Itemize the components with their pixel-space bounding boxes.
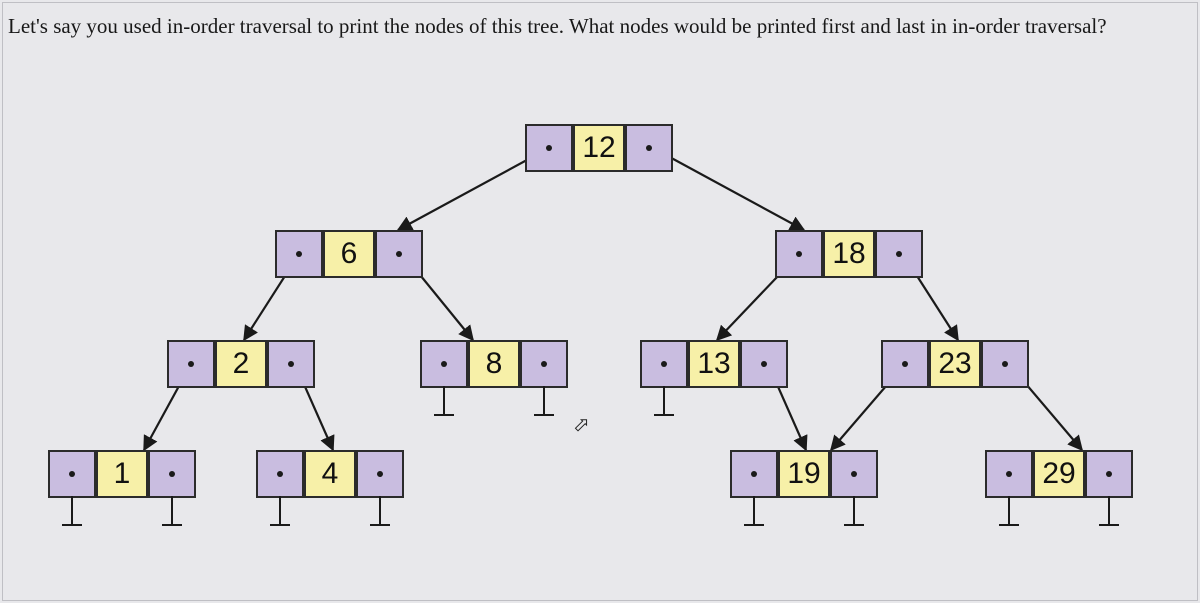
node-8: 8 — [420, 340, 568, 388]
node-6: 6 — [275, 230, 423, 278]
node-value: 18 — [823, 230, 875, 278]
node-value: 19 — [778, 450, 830, 498]
ptr-right — [148, 450, 196, 498]
ptr-left — [420, 340, 468, 388]
ptr-left — [275, 230, 323, 278]
ptr-right — [375, 230, 423, 278]
node-2: 2 — [167, 340, 315, 388]
node-value: 12 — [573, 124, 625, 172]
ptr-left — [525, 124, 573, 172]
ptr-right — [1085, 450, 1133, 498]
node-12: 12 — [525, 124, 673, 172]
node-value: 1 — [96, 450, 148, 498]
node-value: 8 — [468, 340, 520, 388]
ptr-left — [985, 450, 1033, 498]
ptr-right — [520, 340, 568, 388]
ptr-right — [875, 230, 923, 278]
ptr-right — [356, 450, 404, 498]
node-29: 29 — [985, 450, 1133, 498]
ptr-right — [740, 340, 788, 388]
node-value: 13 — [688, 340, 740, 388]
ptr-right — [625, 124, 673, 172]
ptr-left — [256, 450, 304, 498]
ptr-left — [167, 340, 215, 388]
ptr-left — [48, 450, 96, 498]
node-value: 6 — [323, 230, 375, 278]
node-value: 29 — [1033, 450, 1085, 498]
ptr-left — [881, 340, 929, 388]
node-value: 2 — [215, 340, 267, 388]
node-4: 4 — [256, 450, 404, 498]
ptr-right — [981, 340, 1029, 388]
node-value: 23 — [929, 340, 981, 388]
node-19: 19 — [730, 450, 878, 498]
node-18: 18 — [775, 230, 923, 278]
ptr-right — [267, 340, 315, 388]
ptr-left — [775, 230, 823, 278]
node-23: 23 — [881, 340, 1029, 388]
node-13: 13 — [640, 340, 788, 388]
ptr-left — [730, 450, 778, 498]
ptr-right — [830, 450, 878, 498]
question-text: Let's say you used in-order traversal to… — [8, 12, 1192, 41]
ptr-left — [640, 340, 688, 388]
node-value: 4 — [304, 450, 356, 498]
node-1: 1 — [48, 450, 196, 498]
